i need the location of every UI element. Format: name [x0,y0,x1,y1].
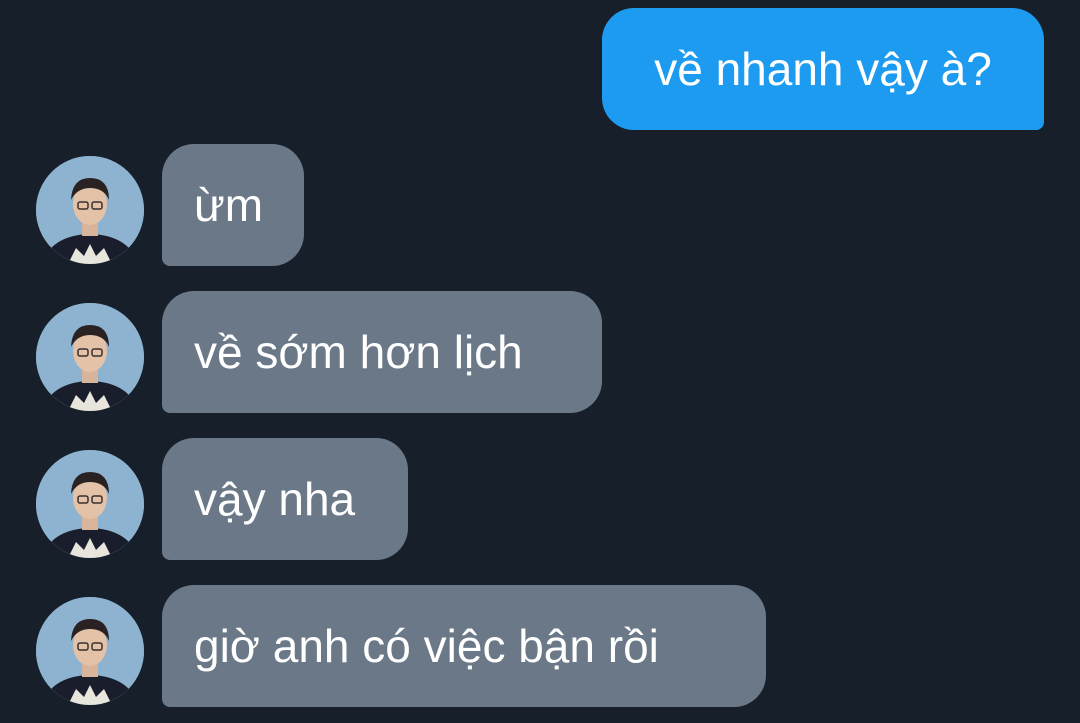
chat-thread: về nhanh vậy à? ừm về sớm hơn lịch vậy n… [0,0,1080,723]
avatar-icon [36,450,144,558]
avatar-icon [36,156,144,264]
contact-avatar[interactable] [36,450,144,558]
contact-avatar[interactable] [36,597,144,705]
contact-avatar[interactable] [36,156,144,264]
incoming-message-bubble[interactable]: vậy nha [162,438,408,560]
message-text: giờ anh có việc bận rồi [194,620,659,672]
message-text: về nhanh vậy à? [654,43,992,95]
message-text: ừm [194,179,264,231]
incoming-message-bubble[interactable]: về sớm hơn lịch [162,291,602,413]
contact-avatar[interactable] [36,303,144,411]
avatar-icon [36,303,144,411]
message-text: vậy nha [194,473,356,525]
avatar-icon [36,597,144,705]
message-text: về sớm hơn lịch [194,326,523,378]
incoming-message-bubble[interactable]: giờ anh có việc bận rồi [162,585,766,707]
incoming-message-bubble[interactable]: ừm [162,144,304,266]
outgoing-message-bubble[interactable]: về nhanh vậy à? [602,8,1044,130]
